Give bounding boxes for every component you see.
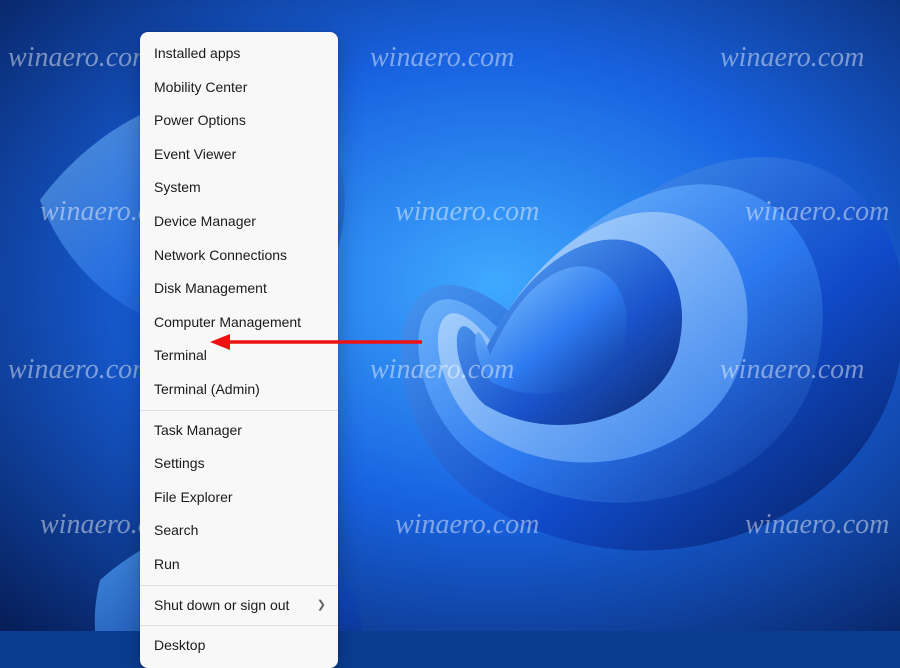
menu-item-desktop[interactable]: Desktop <box>140 629 338 663</box>
menu-item-label: Installed apps <box>154 44 240 64</box>
menu-item-network-connections[interactable]: Network Connections <box>140 239 338 273</box>
menu-item-mobility-center[interactable]: Mobility Center <box>140 71 338 105</box>
menu-item-label: Run <box>154 555 180 575</box>
menu-item-disk-management[interactable]: Disk Management <box>140 272 338 306</box>
menu-item-label: Task Manager <box>154 421 242 441</box>
chevron-right-icon: ❯ <box>317 598 326 613</box>
menu-item-label: Disk Management <box>154 279 267 299</box>
menu-item-label: Computer Management <box>154 313 301 333</box>
menu-item-event-viewer[interactable]: Event Viewer <box>140 138 338 172</box>
menu-item-label: Terminal <box>154 346 207 366</box>
menu-item-shut-down-or-sign-out[interactable]: Shut down or sign out ❯ <box>140 589 338 623</box>
menu-item-label: Mobility Center <box>154 78 247 98</box>
menu-item-terminal-admin[interactable]: Terminal (Admin) <box>140 373 338 407</box>
menu-item-label: System <box>154 178 201 198</box>
menu-item-power-options[interactable]: Power Options <box>140 104 338 138</box>
menu-item-label: Network Connections <box>154 246 287 266</box>
menu-item-label: Desktop <box>154 636 205 656</box>
menu-item-system[interactable]: System <box>140 171 338 205</box>
menu-item-label: File Explorer <box>154 488 233 508</box>
winx-context-menu: Installed apps Mobility Center Power Opt… <box>140 32 338 668</box>
menu-item-search[interactable]: Search <box>140 514 338 548</box>
menu-item-label: Power Options <box>154 111 246 131</box>
menu-item-settings[interactable]: Settings <box>140 447 338 481</box>
menu-item-label: Device Manager <box>154 212 256 232</box>
menu-item-label: Settings <box>154 454 205 474</box>
menu-item-computer-management[interactable]: Computer Management <box>140 306 338 340</box>
menu-item-file-explorer[interactable]: File Explorer <box>140 481 338 515</box>
menu-item-label: Shut down or sign out <box>154 596 289 616</box>
menu-item-label: Event Viewer <box>154 145 236 165</box>
menu-item-terminal[interactable]: Terminal <box>140 339 338 373</box>
menu-item-label: Search <box>154 521 198 541</box>
menu-item-task-manager[interactable]: Task Manager <box>140 414 338 448</box>
desktop-wallpaper <box>0 0 900 631</box>
menu-separator <box>140 585 338 586</box>
menu-separator <box>140 625 338 626</box>
menu-item-label: Terminal (Admin) <box>154 380 260 400</box>
menu-item-installed-apps[interactable]: Installed apps <box>140 37 338 71</box>
menu-item-run[interactable]: Run <box>140 548 338 582</box>
menu-separator <box>140 410 338 411</box>
menu-item-device-manager[interactable]: Device Manager <box>140 205 338 239</box>
